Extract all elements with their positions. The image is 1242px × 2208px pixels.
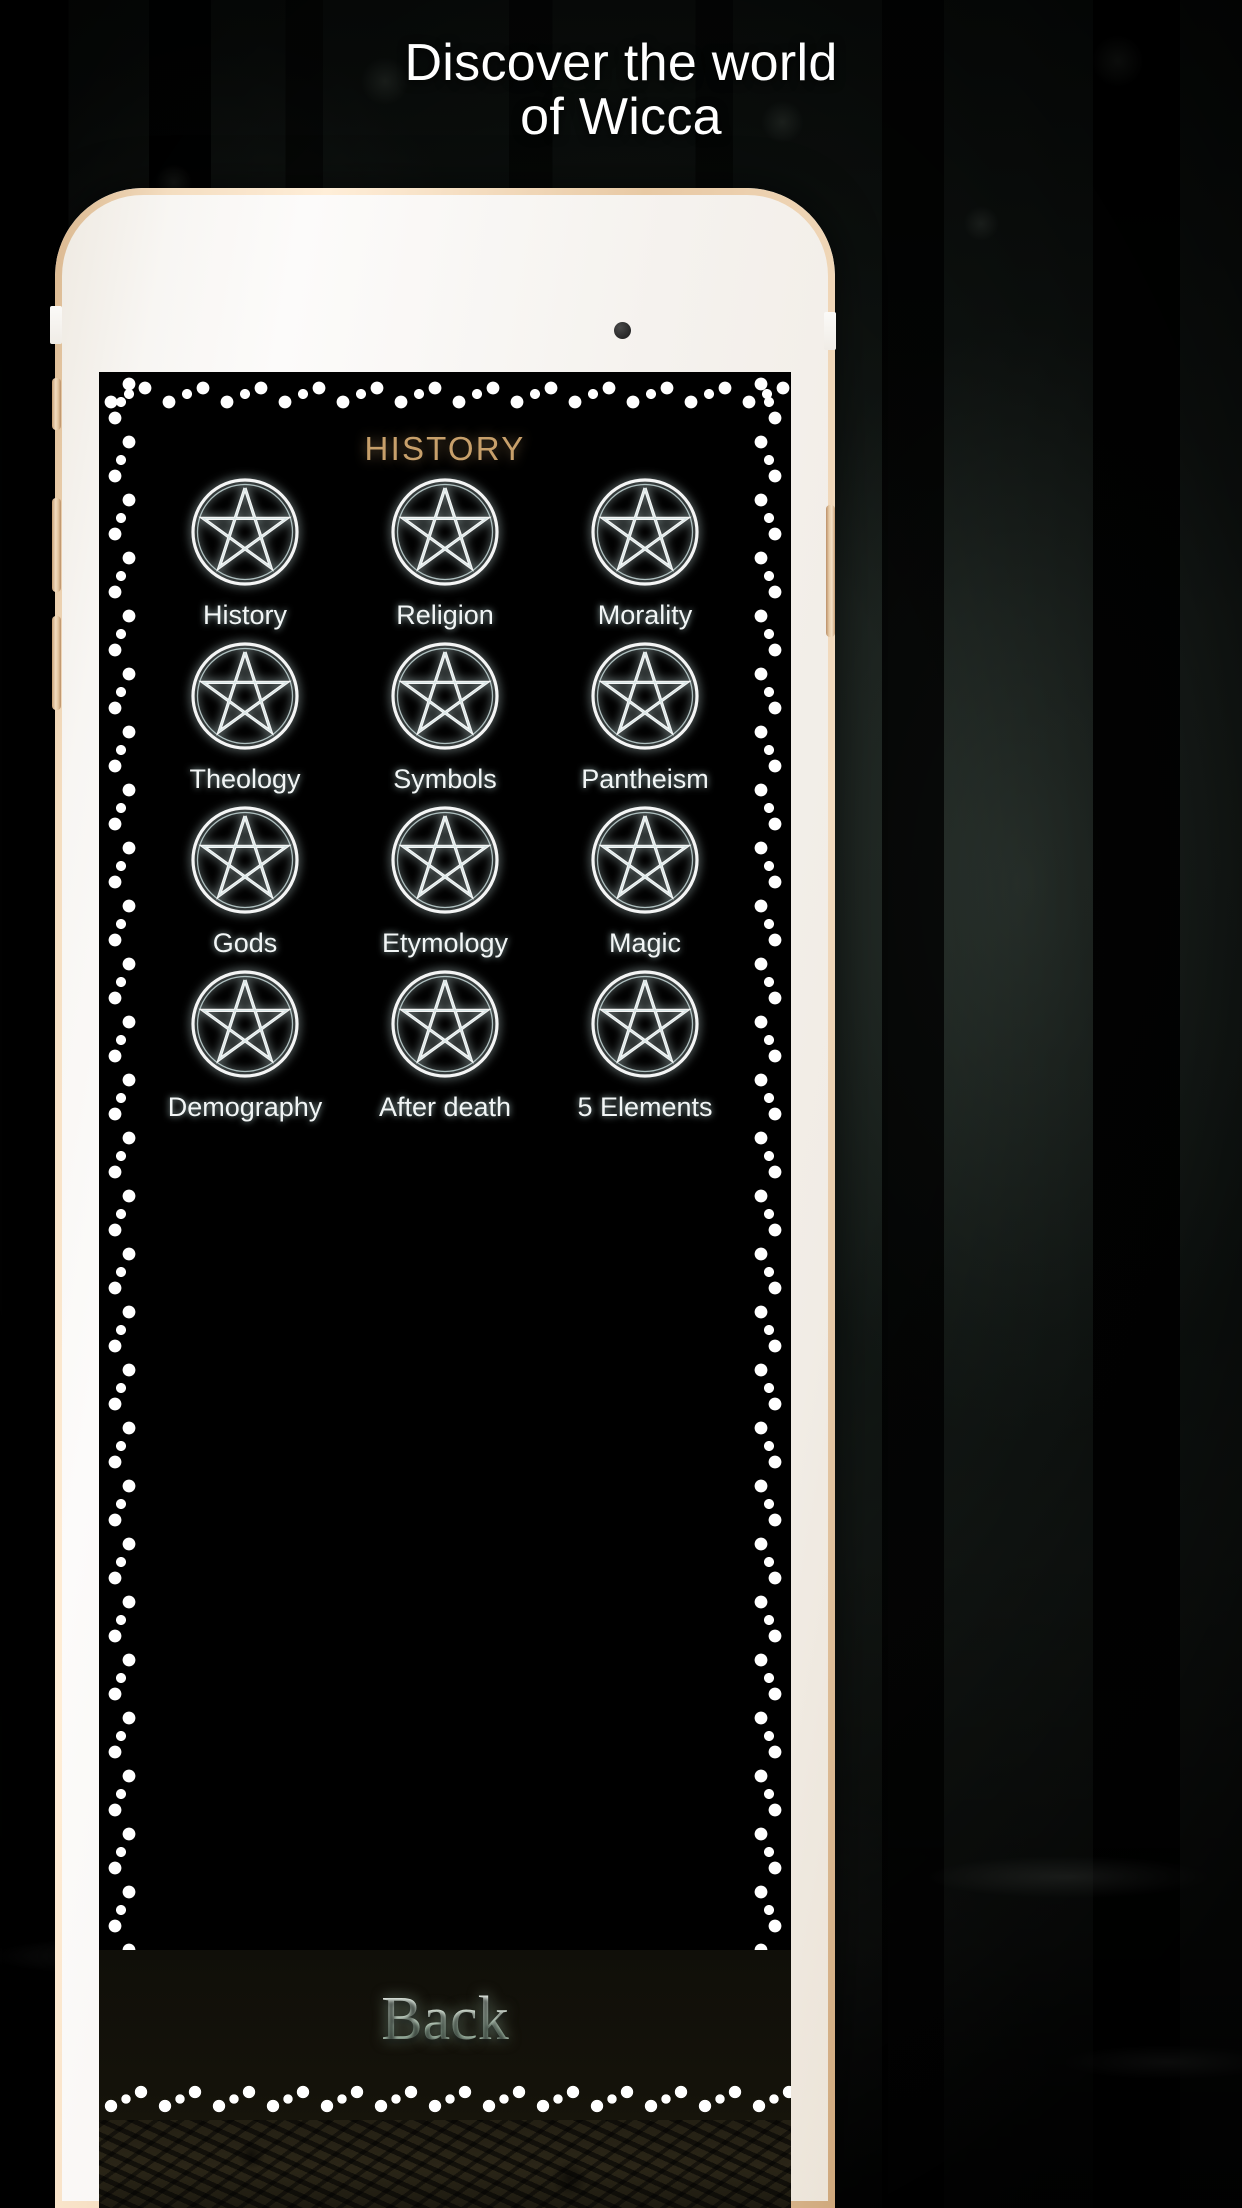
parchment-texture xyxy=(99,2120,791,2208)
menu-tile-5-elements[interactable]: 5 Elements xyxy=(545,962,745,1126)
menu-tile-pantheism[interactable]: Pantheism xyxy=(545,634,745,798)
pentacle-icon xyxy=(383,962,507,1086)
pentacle-icon xyxy=(183,470,307,594)
pentacle-icon xyxy=(583,634,707,758)
menu-tile-label: Symbols xyxy=(393,764,497,794)
headline-line-1: Discover the world xyxy=(404,34,838,92)
menu-tile-label: Religion xyxy=(396,600,494,630)
menu-tile-etymology[interactable]: Etymology xyxy=(345,798,545,962)
menu-tile-label: Demography xyxy=(167,1092,323,1122)
antenna-band-right xyxy=(824,312,836,350)
pentacle-icon xyxy=(583,962,707,1086)
volume-down-button[interactable] xyxy=(52,616,61,710)
menu-tile-label: Theology xyxy=(189,764,301,794)
silent-switch[interactable] xyxy=(52,378,61,430)
menu-tile-theology[interactable]: Theology xyxy=(145,634,345,798)
antenna-band-left xyxy=(50,306,62,344)
menu-tile-history[interactable]: History xyxy=(145,470,345,634)
pentacle-icon xyxy=(583,798,707,922)
pentacle-icon xyxy=(183,634,307,758)
volume-up-button[interactable] xyxy=(52,498,61,592)
pentacle-icon xyxy=(583,470,707,594)
headline-line-2: of Wicca xyxy=(520,88,722,147)
pentacle-icon xyxy=(183,798,307,922)
menu-tile-label: After death xyxy=(378,1092,512,1122)
menu-tile-after-death[interactable]: After death xyxy=(345,962,545,1126)
menu-tile-label: Morality xyxy=(597,600,693,630)
menu-tile-morality[interactable]: Morality xyxy=(545,470,745,634)
page-title: HISTORY xyxy=(364,430,526,467)
menu-tile-religion[interactable]: Religion xyxy=(345,470,545,634)
menu-tile-label: Magic xyxy=(608,928,682,958)
footer-bar: Back xyxy=(99,1950,791,2208)
pentacle-icon xyxy=(383,470,507,594)
power-button[interactable] xyxy=(826,505,835,637)
menu-tile-gods[interactable]: Gods xyxy=(145,798,345,962)
menu-tile-label: Etymology xyxy=(381,928,509,958)
back-button-label: Back xyxy=(381,1985,509,2053)
menu-grid: History Religion Morality Theology Symbols Pa… xyxy=(145,470,745,1126)
pentacle-icon xyxy=(183,962,307,1086)
proximity-sensor-icon xyxy=(614,322,631,339)
back-button[interactable]: Back xyxy=(99,1984,791,2055)
filigree-border-left xyxy=(99,372,145,2208)
menu-tile-demography[interactable]: Demography xyxy=(145,962,345,1126)
menu-tile-label: History xyxy=(202,600,287,630)
filigree-border-right xyxy=(745,372,791,2208)
menu-tile-label: 5 Elements xyxy=(577,1092,713,1122)
promo-headline: Discover the world of Wicca xyxy=(0,36,1242,144)
pentacle-icon xyxy=(383,634,507,758)
menu-tile-label: Pantheism xyxy=(581,764,709,794)
filigree-border-top xyxy=(99,372,791,418)
scroll-divider-ornament xyxy=(99,2078,791,2120)
pentacle-icon xyxy=(383,798,507,922)
menu-tile-label: Gods xyxy=(212,928,278,958)
menu-tile-magic[interactable]: Magic xyxy=(545,798,745,962)
menu-tile-symbols[interactable]: Symbols xyxy=(345,634,545,798)
app-screen: HISTORY History Religion Morality Theology S… xyxy=(99,372,791,2208)
